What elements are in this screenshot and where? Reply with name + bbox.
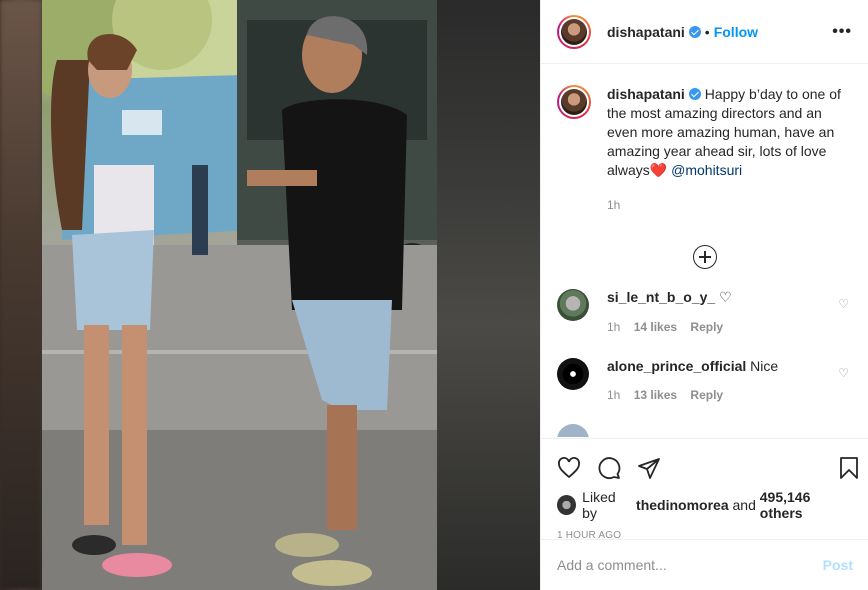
- photo-image: [42, 0, 437, 590]
- post-details-pane: dishapatani • Follow ••• dishapatani Hap…: [540, 0, 868, 590]
- caption-timestamp: 1h: [607, 198, 621, 212]
- share-icon[interactable]: [637, 456, 661, 480]
- commenter-avatar[interactable]: [557, 289, 589, 321]
- comment-text: ♡: [719, 289, 732, 305]
- post-actions: Liked by thedinomorea and 495,146 others…: [541, 438, 868, 590]
- commenter-avatar[interactable]: [557, 358, 589, 390]
- photo-blur-left: [0, 0, 42, 590]
- comment-time: 1h: [607, 320, 621, 334]
- verified-badge-icon: [688, 25, 701, 38]
- action-icons: [541, 439, 868, 487]
- post-caption: dishapatani Happy b’day to one of the mo…: [541, 65, 868, 215]
- comment-reply-button[interactable]: Reply: [690, 388, 723, 402]
- avatar-image: [561, 89, 587, 115]
- caption-avatar[interactable]: [557, 85, 591, 119]
- likes-prefix: Liked by: [582, 489, 616, 521]
- separator-dot: •: [704, 23, 710, 40]
- post-header: dishapatani • Follow •••: [541, 0, 868, 64]
- photo-blur-right: [437, 0, 540, 590]
- comment-username[interactable]: si_le_nt_b_o_y_: [607, 289, 715, 305]
- post-comment-button[interactable]: Post: [823, 557, 853, 573]
- likes-others[interactable]: 495,146 others: [760, 489, 853, 521]
- comment-like-icon[interactable]: ♡: [838, 297, 849, 311]
- comment-meta: 1h 14 likes Reply: [607, 320, 733, 334]
- comment-likes[interactable]: 14 likes: [634, 320, 677, 334]
- caption-text-block: dishapatani Happy b’day to one of the mo…: [607, 85, 847, 215]
- comment-item-partial: [541, 424, 868, 437]
- comment-username[interactable]: alone_prince_official: [607, 358, 746, 374]
- photo-scene: [42, 0, 437, 590]
- plus-circle-icon[interactable]: [693, 245, 717, 269]
- comment-reply-button[interactable]: Reply: [690, 320, 723, 334]
- caption-username[interactable]: dishapatani: [607, 86, 685, 102]
- caption-mention[interactable]: @mohitsuri: [671, 162, 742, 178]
- liker-username[interactable]: thedinomorea: [636, 497, 729, 513]
- liker-avatar[interactable]: [557, 495, 577, 515]
- author-username[interactable]: dishapatani: [607, 24, 685, 40]
- add-comment-bar: Post: [541, 539, 868, 590]
- comments-section[interactable]: dishapatani Happy b’day to one of the mo…: [541, 65, 868, 437]
- add-comment-input[interactable]: [557, 557, 823, 573]
- bookmark-icon[interactable]: [837, 456, 861, 480]
- comment-item: alone_prince_official Nice 1h 13 likes R…: [541, 358, 868, 402]
- follow-button[interactable]: Follow: [714, 24, 758, 40]
- comment-meta: 1h 13 likes Reply: [607, 388, 778, 402]
- heart-icon[interactable]: [557, 456, 581, 480]
- more-options-icon[interactable]: •••: [832, 23, 852, 41]
- comment-body: si_le_nt_b_o_y_ ♡ 1h 14 likes Reply: [607, 289, 733, 334]
- likes-and: and: [732, 497, 756, 513]
- avatar-image: [561, 18, 587, 45]
- author-avatar[interactable]: [557, 14, 591, 49]
- comment-time: 1h: [607, 388, 621, 402]
- comment-item: si_le_nt_b_o_y_ ♡ 1h 14 likes Reply ♡: [541, 289, 868, 334]
- comment-like-icon[interactable]: ♡: [838, 366, 849, 380]
- comment-icon[interactable]: [597, 456, 621, 480]
- comment-likes[interactable]: 13 likes: [634, 388, 677, 402]
- comment-text: Nice: [750, 358, 779, 374]
- verified-badge-icon: [688, 88, 701, 100]
- red-heart-emoji: ❤️: [649, 162, 668, 178]
- likes-summary: Liked by thedinomorea and 495,146 others: [541, 489, 868, 521]
- post-photo[interactable]: [0, 0, 540, 590]
- commenter-avatar[interactable]: [557, 424, 589, 437]
- comment-body: alone_prince_official Nice 1h 13 likes R…: [607, 358, 778, 402]
